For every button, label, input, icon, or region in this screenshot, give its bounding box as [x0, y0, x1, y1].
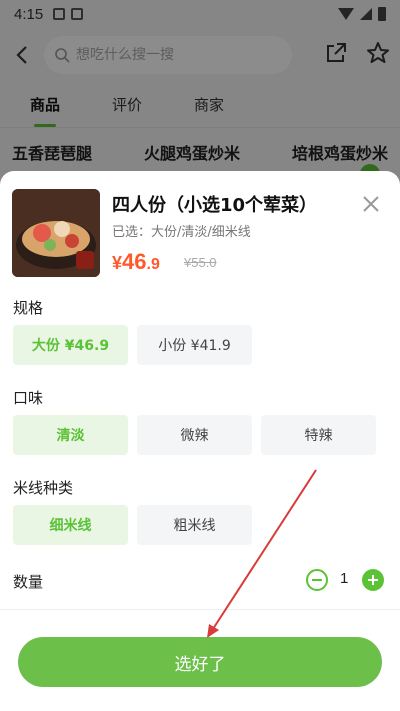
- spec-option-small[interactable]: 小份 ¥41.9: [137, 325, 252, 365]
- divider: [0, 609, 400, 610]
- spec-label: 规格: [13, 299, 44, 317]
- current-price: ¥46.9: [112, 249, 160, 275]
- quantity-value: 1: [340, 570, 349, 587]
- sheet-header: 四人份（小选10个荤菜） 已选：大份/清淡/细米线 ¥46.9 ¥55.0: [12, 189, 388, 279]
- noodle-option-thick[interactable]: 粗米线: [137, 505, 252, 545]
- taste-label: 口味: [13, 389, 44, 407]
- taste-option-slight-spicy[interactable]: 微辣: [137, 415, 252, 455]
- taste-option-extra-spicy[interactable]: 特辣: [261, 415, 376, 455]
- price-currency: ¥: [112, 253, 123, 273]
- noodle-type-label: 米线种类: [13, 479, 74, 497]
- original-price: ¥55.0: [184, 255, 217, 270]
- taste-option-mild[interactable]: 清淡: [13, 415, 128, 455]
- confirm-selection-button[interactable]: 选好了: [18, 637, 382, 687]
- product-thumbnail: [12, 189, 100, 277]
- noodle-option-thin[interactable]: 细米线: [13, 505, 128, 545]
- spec-selection-sheet: 四人份（小选10个荤菜） 已选：大份/清淡/细米线 ¥46.9 ¥55.0 规格…: [0, 171, 400, 711]
- price-integer: 46: [122, 249, 147, 274]
- selected-summary: 已选：大份/清淡/细米线: [112, 225, 251, 240]
- quantity-label: 数量: [13, 573, 44, 591]
- spec-option-large[interactable]: 大份 ¥46.9: [13, 325, 128, 365]
- product-title: 四人份（小选10个荤菜）: [112, 195, 318, 216]
- price-decimal: .9: [146, 256, 160, 273]
- close-icon[interactable]: [360, 193, 382, 215]
- quantity-increase-button[interactable]: [362, 569, 384, 591]
- quantity-decrease-button[interactable]: [306, 569, 328, 591]
